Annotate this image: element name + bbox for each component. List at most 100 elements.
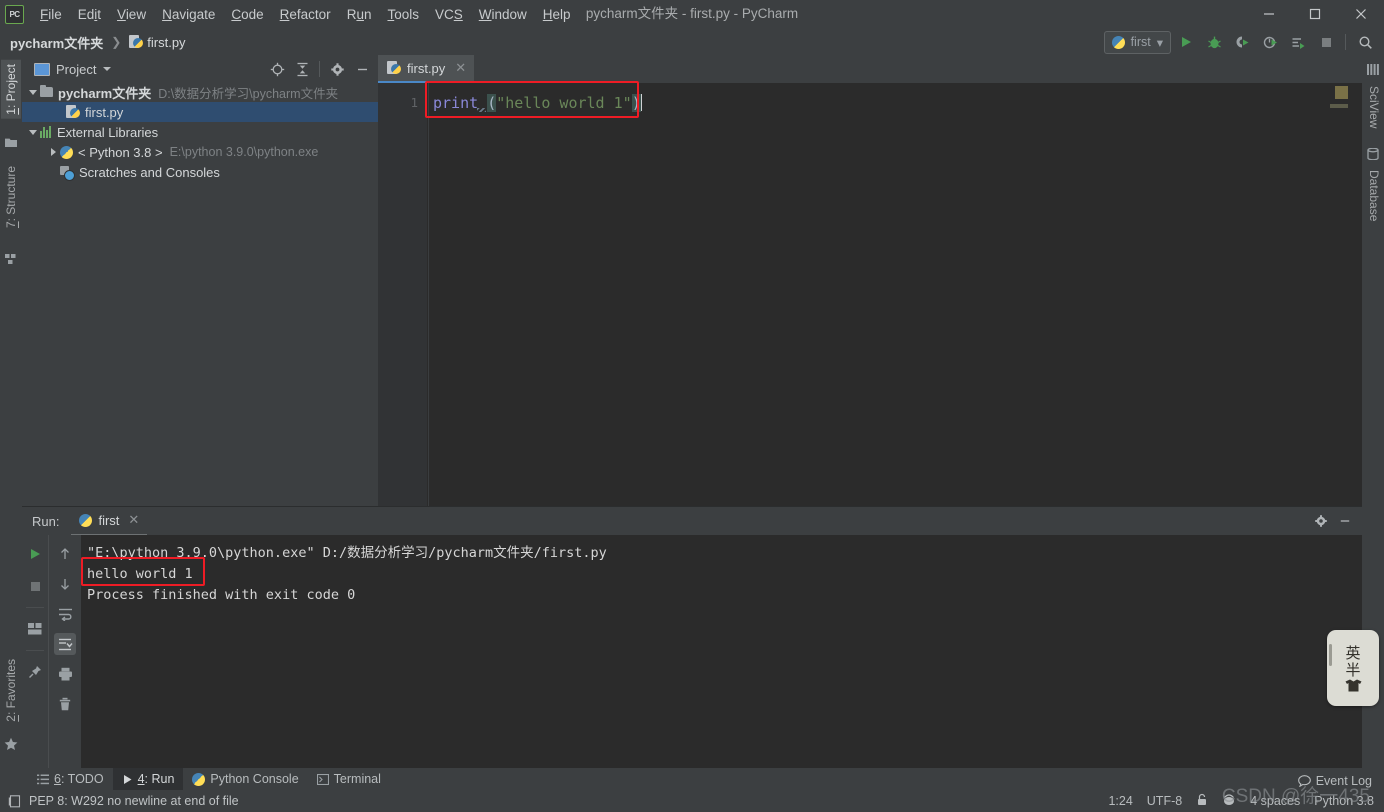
layout-button[interactable] [24, 618, 46, 640]
menu-item-refactor[interactable]: Refactor [272, 4, 339, 25]
menu-item-help[interactable]: Help [535, 4, 579, 25]
folder-icon [40, 84, 53, 97]
caret-position[interactable]: 1:24 [1108, 794, 1132, 808]
hide-panel-button[interactable] [350, 58, 374, 80]
twisty-expanded-icon[interactable] [26, 129, 40, 135]
terminal-icon [316, 773, 329, 785]
indent-setting[interactable]: 4 spaces [1250, 794, 1300, 808]
menu-item-view[interactable]: View [109, 4, 154, 25]
file-encoding[interactable]: UTF-8 [1147, 794, 1182, 808]
run-tab-first[interactable]: first ✕ [71, 507, 148, 536]
python-icon [1111, 35, 1125, 49]
menu-item-window[interactable]: Window [471, 4, 535, 25]
tree-item-label: < Python 3.8 > [78, 144, 163, 160]
breadcrumb-item-file[interactable]: first.py [147, 35, 185, 50]
bottom-tab-run[interactable]: 4: Run [112, 768, 184, 790]
menu-item-edit[interactable]: Edit [70, 4, 109, 25]
stop-button[interactable] [24, 575, 46, 597]
bottom-tab-python-console[interactable]: Python Console [183, 768, 307, 790]
editor-warning-marker[interactable] [1335, 86, 1348, 99]
menu-item-tools[interactable]: Tools [379, 4, 427, 25]
shirt-icon [1345, 679, 1361, 691]
chevron-down-icon[interactable] [103, 67, 112, 71]
title-bar: PC File Edit View Navigate Code Refactor… [0, 0, 1384, 28]
python-file-icon [387, 61, 401, 75]
menu-item-vcs[interactable]: VCS [427, 4, 471, 25]
close-button[interactable] [1338, 0, 1384, 28]
project-window-icon [34, 62, 50, 76]
structure-icon [5, 254, 17, 268]
clear-all-button[interactable] [54, 693, 76, 715]
soft-wrap-button[interactable] [54, 603, 76, 625]
collapse-all-button[interactable] [290, 58, 314, 80]
sidebar-item-project[interactable]: 1: Project [1, 60, 21, 119]
lock-icon[interactable] [1196, 793, 1208, 809]
ime-handle[interactable] [1329, 644, 1332, 666]
sidebar-item-sciview[interactable]: SciView [1364, 82, 1384, 132]
down-button[interactable] [54, 573, 76, 595]
menu-item-navigate[interactable]: Navigate [154, 4, 223, 25]
close-icon[interactable]: ✕ [128, 512, 139, 528]
ime-widget[interactable]: 英 半 [1327, 630, 1379, 706]
rerun-button[interactable] [24, 543, 46, 565]
tree-item-scratches[interactable]: Scratches and Consoles [22, 162, 378, 182]
sciview-icon [1367, 64, 1379, 78]
library-icon [40, 126, 52, 138]
tree-item-label: pycharm文件夹 [58, 85, 152, 101]
inspection-icon[interactable] [8, 794, 21, 808]
project-icon [5, 136, 17, 150]
twisty-collapsed-icon[interactable] [46, 148, 60, 156]
twisty-expanded-icon[interactable] [26, 89, 40, 95]
minimize-button[interactable] [1246, 0, 1292, 28]
git-branch-icon[interactable] [1222, 793, 1236, 809]
profile-button[interactable] [1257, 29, 1283, 55]
menu-item-code[interactable]: Code [223, 4, 271, 25]
sidebar-item-database[interactable]: Database [1364, 166, 1384, 225]
bottom-tab-label: Python Console [210, 772, 299, 786]
run-with-console-button[interactable] [1285, 29, 1311, 55]
settings-button[interactable] [1310, 510, 1332, 532]
breadcrumb-item-project[interactable]: pycharm文件夹 [10, 33, 103, 52]
sidebar-item-structure[interactable]: 7: Structure [1, 162, 21, 232]
window-controls [1246, 0, 1384, 28]
python-interpreter[interactable]: Python 3.8 [1314, 794, 1374, 808]
run-configuration-selector[interactable]: first ▾ [1103, 30, 1171, 54]
stop-button[interactable] [1313, 29, 1339, 55]
menu-item-run[interactable]: Run [339, 4, 380, 25]
run-button[interactable] [1173, 29, 1199, 55]
bottom-tab-todo[interactable]: 6: TODO [28, 768, 113, 790]
select-opened-file-button[interactable] [265, 58, 289, 80]
editor-tab-first-py[interactable]: first.py ✕ [378, 55, 475, 83]
ime-mode-label[interactable]: 英 [1345, 645, 1360, 661]
up-button[interactable] [54, 543, 76, 565]
console-output[interactable]: "E:\python 3.9.0\python.exe" D:/数据分析学习/p… [81, 535, 1362, 769]
editor-code-map-marker [1330, 104, 1348, 108]
close-icon[interactable]: ✕ [455, 60, 466, 76]
search-everywhere-button[interactable] [1352, 29, 1378, 55]
scroll-to-end-button[interactable] [54, 633, 76, 655]
run-coverage-button[interactable] [1229, 29, 1255, 55]
debug-button[interactable] [1201, 29, 1227, 55]
event-log-button[interactable]: Event Log [1297, 774, 1372, 788]
pin-tab-button[interactable] [24, 661, 46, 683]
editor-scrollbar[interactable] [1350, 110, 1362, 533]
tree-item-label: External Libraries [57, 124, 159, 140]
print-button[interactable] [54, 663, 76, 685]
ime-width-label[interactable]: 半 [1345, 662, 1360, 678]
tree-item-project-root[interactable]: pycharm文件夹 D:\数据分析学习\pycharm文件夹 [22, 82, 378, 102]
hide-panel-button[interactable] [1334, 510, 1356, 532]
menu-item-file[interactable]: File [32, 4, 70, 25]
bottom-tab-label: Terminal [333, 772, 381, 786]
settings-button[interactable] [325, 58, 349, 80]
sidebar-item-favorites[interactable]: 2: Favorites [1, 655, 21, 726]
code-editor[interactable]: 1 print ("hello world 1") [378, 83, 1362, 533]
tree-item-external-libraries[interactable]: External Libraries [22, 122, 378, 142]
maximize-button[interactable] [1292, 0, 1338, 28]
code-content[interactable]: print ("hello world 1") [427, 83, 1362, 506]
run-window-buttons [1310, 510, 1362, 532]
tree-item-python-sdk[interactable]: < Python 3.8 > E:\python 3.9.0\python.ex… [22, 142, 378, 162]
bottom-tab-terminal[interactable]: Terminal [308, 768, 390, 790]
tree-item-first-py[interactable]: first.py [22, 102, 378, 122]
code-line-1: print ("hello world 1") [433, 92, 642, 114]
project-panel-title: Project [56, 61, 97, 77]
